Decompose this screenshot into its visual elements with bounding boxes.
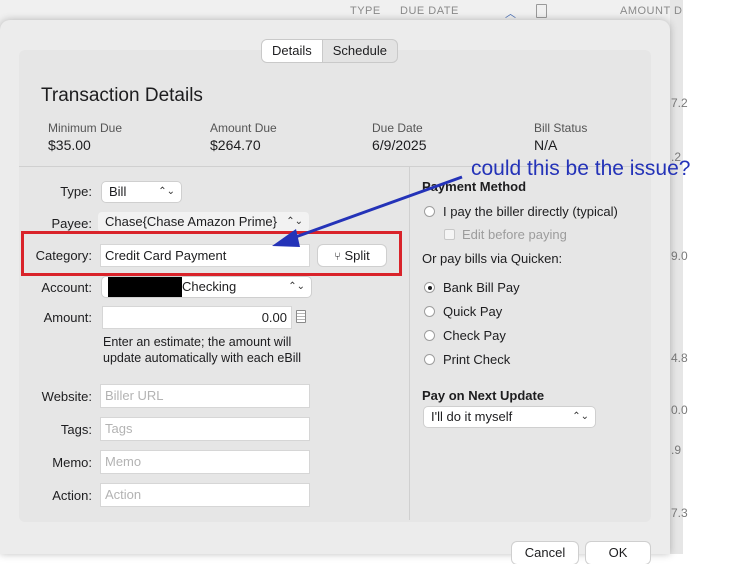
annotation-text: could this be the issue?: [471, 157, 691, 180]
annotation-arrow: [272, 175, 463, 247]
